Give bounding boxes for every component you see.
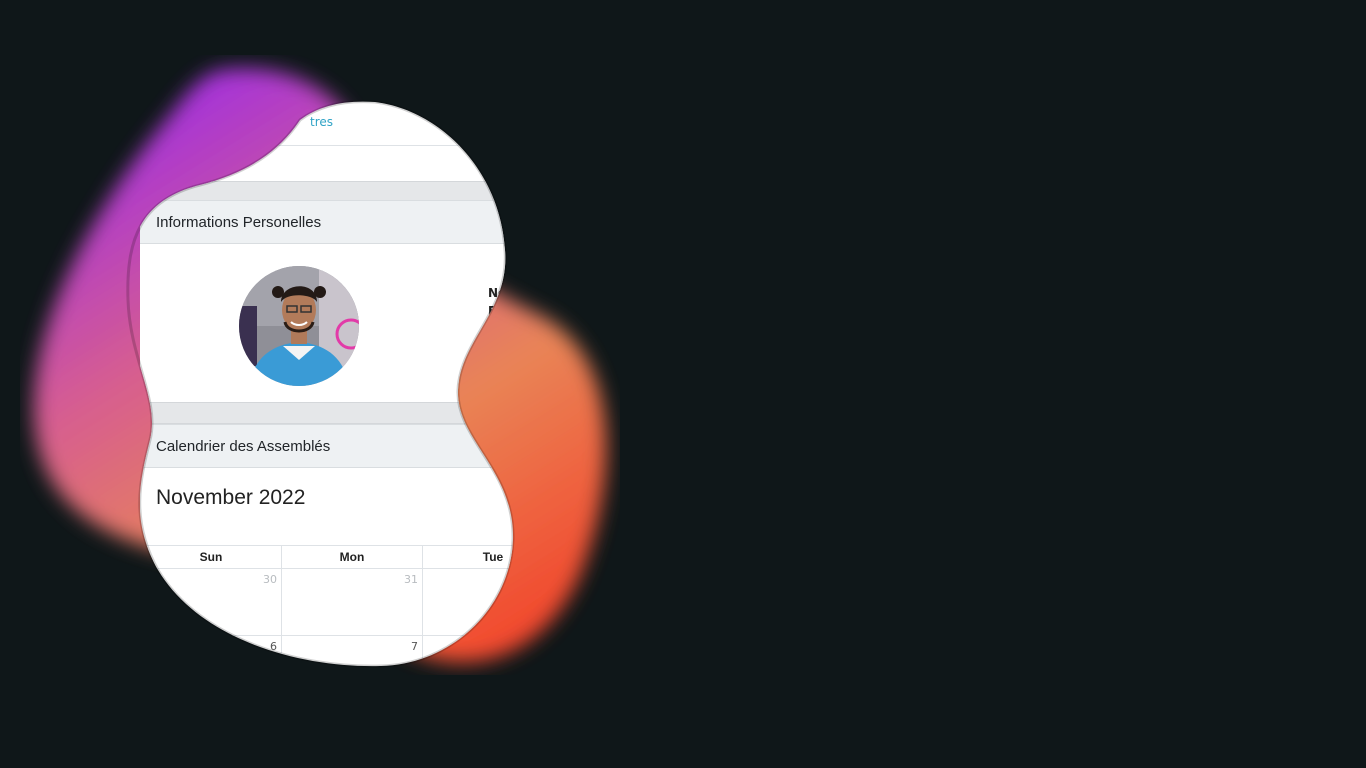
profile-field-label: T	[488, 322, 497, 336]
weekday-header: Mon	[282, 546, 423, 569]
calendar-day-cell[interactable]: 30	[141, 569, 282, 636]
avatar	[239, 266, 359, 386]
section-divider	[140, 181, 700, 200]
top-navigation: tres	[140, 95, 700, 146]
calendar-day-cell[interactable]	[423, 569, 564, 636]
profile-field-label: No	[488, 286, 507, 300]
profile-photo-icon	[239, 266, 359, 386]
profile-field-label: E	[488, 304, 497, 318]
app-window-clip: tres Informations Personelles No E T Cal…	[0, 0, 1366, 768]
calendar-card-header: Calendrier des Assemblés	[140, 424, 700, 468]
calendar-grid: Sun Mon Tue 30 31 6 7	[140, 545, 564, 703]
weekday-header: Tue	[423, 546, 564, 569]
calendar-day-cell[interactable]: 6	[141, 636, 282, 703]
calendar-day-cell[interactable]: 7	[282, 636, 423, 703]
profile-card-body: No E T	[140, 244, 700, 402]
calendar-day-cell[interactable]	[423, 636, 564, 703]
nav-link[interactable]: tres	[310, 115, 333, 129]
screen-background: tres Informations Personelles No E T Cal…	[0, 0, 1366, 768]
calendar-day-cell[interactable]: 31	[282, 569, 423, 636]
profile-card-header: Informations Personelles	[140, 200, 700, 244]
app-page: tres Informations Personelles No E T Cal…	[140, 95, 700, 695]
weekday-header: Sun	[141, 546, 282, 569]
calendar-month-title: November 2022	[156, 486, 306, 509]
section-divider	[140, 402, 700, 424]
